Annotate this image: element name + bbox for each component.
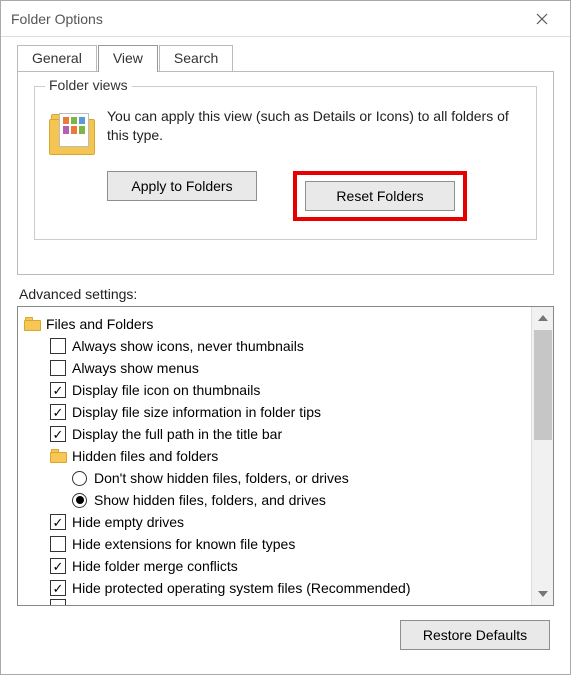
tree-item-label: Launch folder windows in a separate proc… xyxy=(72,599,352,605)
scroll-up-arrow[interactable] xyxy=(532,307,553,329)
checkbox-icon xyxy=(50,514,66,530)
scrollbar[interactable] xyxy=(531,307,553,605)
folder-views-legend: Folder views xyxy=(45,77,132,93)
tree-item-label: Hide empty drives xyxy=(72,511,184,533)
folder-views-icon xyxy=(49,111,97,159)
checkbox-icon xyxy=(50,599,66,605)
scroll-down-arrow[interactable] xyxy=(532,583,553,605)
reset-folders-button[interactable]: Reset Folders xyxy=(305,181,455,211)
tree-item-label: Don't show hidden files, folders, or dri… xyxy=(94,467,349,489)
tree-item-label: Display file size information in folder … xyxy=(72,401,321,423)
folder-icon xyxy=(24,316,42,332)
restore-defaults-button[interactable]: Restore Defaults xyxy=(400,620,550,650)
tree-checkbox-option[interactable]: Hide folder merge conflicts xyxy=(50,555,529,577)
tree-item-label: Hide folder merge conflicts xyxy=(72,555,238,577)
tree-item-partial: Launch folder windows in a separate proc… xyxy=(50,599,529,605)
checkbox-icon xyxy=(50,580,66,596)
apply-to-folders-button[interactable]: Apply to Folders xyxy=(107,171,257,201)
titlebar: Folder Options xyxy=(1,1,570,37)
tree-item-label: Hide extensions for known file types xyxy=(72,533,295,555)
tree-checkbox-option[interactable]: Display file size information in folder … xyxy=(50,401,529,423)
tab-search[interactable]: Search xyxy=(159,45,233,72)
tree-category-files-and-folders[interactable]: Files and Folders xyxy=(24,313,529,335)
checkbox-icon xyxy=(50,536,66,552)
tab-view[interactable]: View xyxy=(98,45,158,72)
tree-item-label: Always show menus xyxy=(72,357,199,379)
checkbox-icon xyxy=(50,338,66,354)
close-icon xyxy=(536,13,548,25)
tree-item-label: Display file icon on thumbnails xyxy=(72,379,260,401)
tree-checkbox-option[interactable]: Hide empty drives xyxy=(50,511,529,533)
checkbox-icon xyxy=(50,382,66,398)
advanced-settings-tree: Files and FoldersAlways show icons, neve… xyxy=(17,306,554,606)
window-title: Folder Options xyxy=(11,11,519,27)
tree-subcategory-label: Hidden files and folders xyxy=(72,445,218,467)
tree-checkbox-option[interactable]: Display the full path in the title bar xyxy=(50,423,529,445)
checkbox-icon xyxy=(50,360,66,376)
checkbox-icon xyxy=(50,558,66,574)
folder-views-group: Folder views You can apply this view (su… xyxy=(34,86,537,240)
tree-category-label: Files and Folders xyxy=(46,313,153,335)
tree-radio-option[interactable]: Show hidden files, folders, and drives xyxy=(72,489,529,511)
close-button[interactable] xyxy=(519,1,564,36)
tab-strip: General View Search xyxy=(17,45,570,72)
chevron-down-icon xyxy=(538,591,548,597)
checkbox-icon xyxy=(50,404,66,420)
tree-item-label: Show hidden files, folders, and drives xyxy=(94,489,326,511)
reset-folders-highlight: Reset Folders xyxy=(293,171,467,221)
scroll-thumb[interactable] xyxy=(534,330,552,440)
tree-subcategory-hidden-files[interactable]: Hidden files and folders xyxy=(50,445,529,467)
tree-item-label: Always show icons, never thumbnails xyxy=(72,335,304,357)
tree-radio-option[interactable]: Don't show hidden files, folders, or dri… xyxy=(72,467,529,489)
tab-general[interactable]: General xyxy=(17,45,97,72)
tree-item-label: Hide protected operating system files (R… xyxy=(72,577,411,599)
chevron-up-icon xyxy=(538,315,548,321)
tree-item-label: Display the full path in the title bar xyxy=(72,423,282,445)
tree-checkbox-option[interactable]: Display file icon on thumbnails xyxy=(50,379,529,401)
folder-options-dialog: Folder Options General View Search Folde… xyxy=(0,0,571,675)
checkbox-icon xyxy=(50,426,66,442)
radio-icon xyxy=(72,471,87,486)
tree-checkbox-option[interactable]: Always show menus xyxy=(50,357,529,379)
advanced-settings-label: Advanced settings: xyxy=(19,286,554,302)
radio-icon xyxy=(72,493,87,508)
tree-checkbox-option[interactable]: Hide protected operating system files (R… xyxy=(50,577,529,599)
tree-checkbox-option[interactable]: Always show icons, never thumbnails xyxy=(50,335,529,357)
folder-icon xyxy=(50,448,68,464)
tree-checkbox-option[interactable]: Hide extensions for known file types xyxy=(50,533,529,555)
folder-views-description: You can apply this view (such as Details… xyxy=(107,107,522,159)
tab-panel-view: Folder views You can apply this view (su… xyxy=(17,71,554,275)
